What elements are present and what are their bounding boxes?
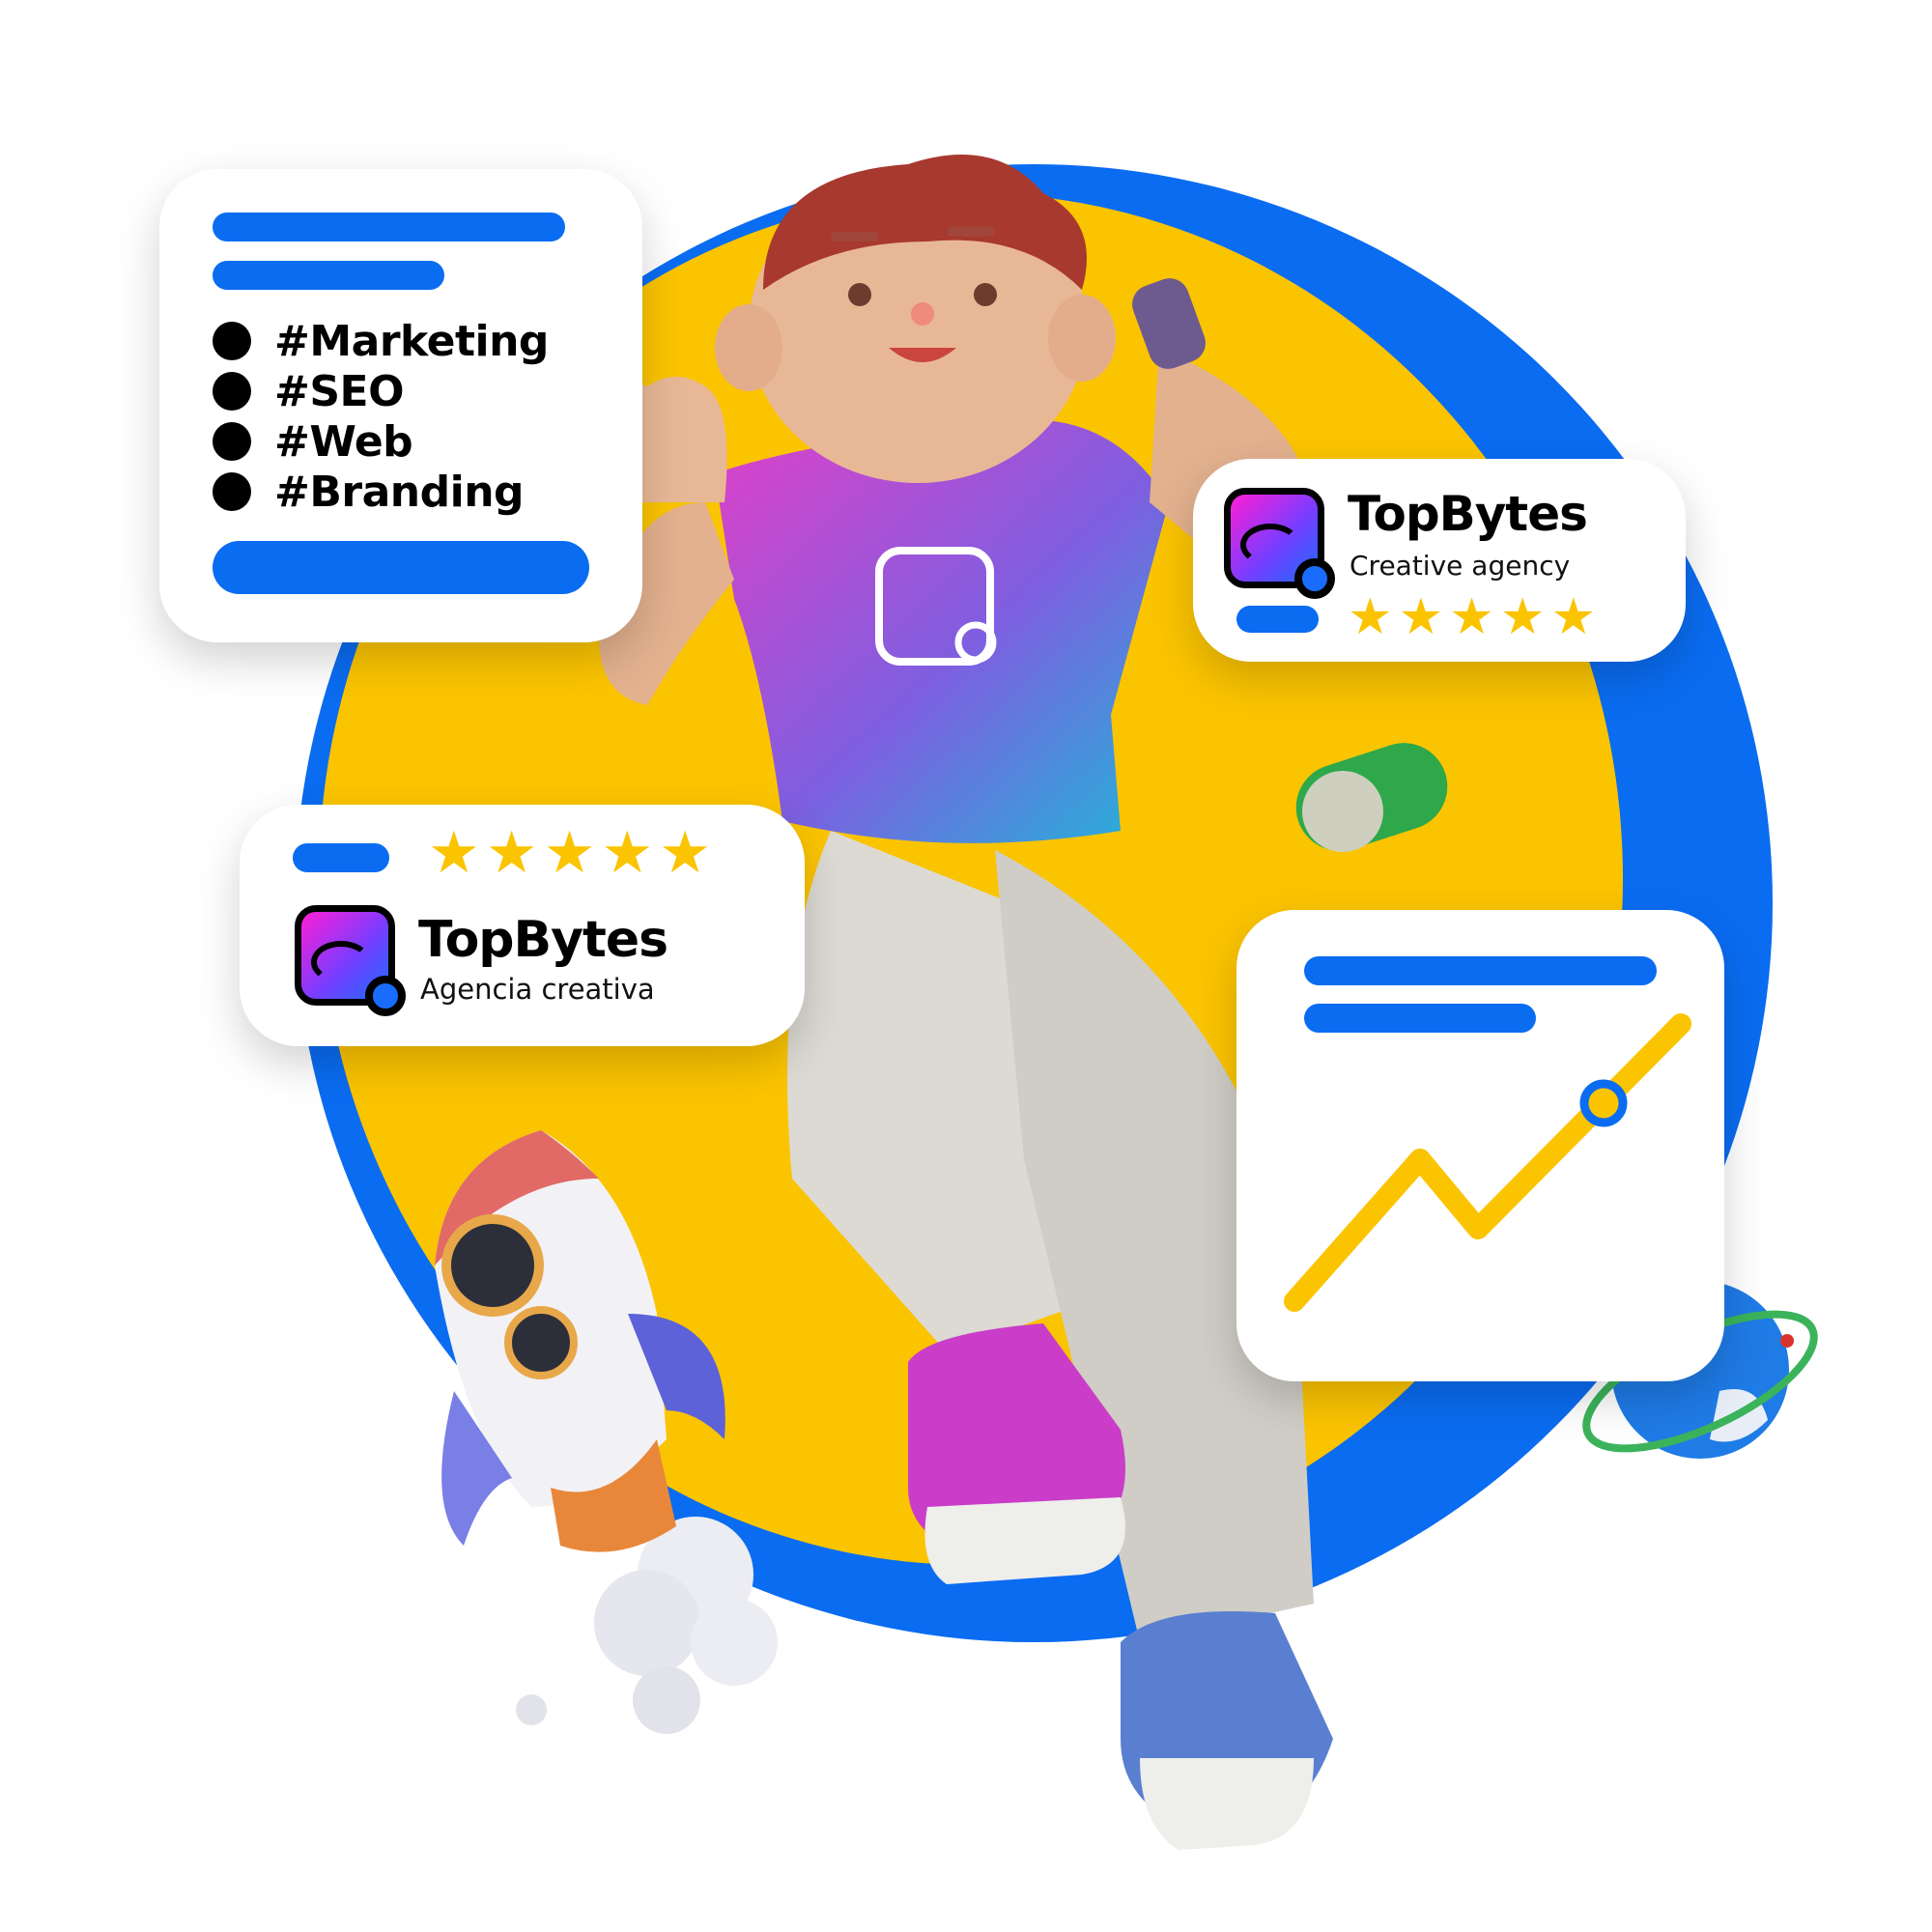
star-icon: ★ — [1449, 588, 1494, 646]
brand-card-bar — [293, 843, 389, 872]
tag-label: #Marketing — [274, 316, 549, 366]
star-icon: ★ — [601, 819, 654, 887]
rocket-icon — [435, 1130, 778, 1734]
star-rating: ★ ★ ★ ★ ★ — [1348, 592, 1596, 642]
growth-chart-card — [1236, 910, 1724, 1381]
tag-item: #SEO — [213, 366, 405, 416]
tag-label: #Branding — [274, 467, 525, 517]
tag-label: #Web — [274, 416, 413, 467]
brand-name: TopBytes — [418, 911, 668, 969]
star-icon: ★ — [543, 819, 596, 887]
brand-tagline: Agencia creativa — [420, 973, 655, 1006]
star-icon: ★ — [1398, 588, 1444, 646]
bullet-icon — [213, 322, 251, 360]
trend-line — [1284, 1013, 1691, 1312]
bullet-icon — [213, 422, 251, 461]
star-icon: ★ — [1499, 588, 1546, 646]
tag-item: #Branding — [213, 467, 525, 517]
star-rating: ★ ★ ★ ★ ★ — [428, 824, 711, 882]
star-icon: ★ — [1550, 588, 1597, 646]
bullet-icon — [213, 472, 251, 511]
trend-line-chart — [1284, 1013, 1691, 1312]
tags-card-footer-bar — [213, 541, 589, 594]
tag-item: #Web — [213, 416, 413, 467]
trend-marker — [1579, 1079, 1628, 1127]
tag-item: #Marketing — [213, 316, 549, 366]
brand-card-bar — [1236, 606, 1319, 633]
star-icon: ★ — [659, 819, 711, 887]
brand-name: TopBytes — [1348, 486, 1588, 542]
tags-card: #Marketing #SEO #Web #Branding — [159, 169, 642, 642]
toggle-switch-icon — [1295, 743, 1448, 852]
topbytes-logo-icon — [1224, 488, 1335, 599]
topbytes-logo-icon — [295, 905, 406, 1016]
star-icon: ★ — [485, 819, 538, 887]
brand-card-english: TopBytes Creative agency ★ ★ ★ ★ ★ — [1193, 459, 1686, 662]
tags-card-header-bar — [213, 213, 565, 242]
tag-label: #SEO — [274, 366, 405, 416]
brand-tagline: Creative agency — [1350, 550, 1571, 582]
bullet-icon — [213, 372, 251, 411]
tags-card-subheader-bar — [213, 261, 444, 290]
brand-card-spanish: ★ ★ ★ ★ ★ TopBytes Agencia creativa — [240, 805, 805, 1046]
star-icon: ★ — [1348, 588, 1393, 646]
star-icon: ★ — [428, 819, 480, 887]
